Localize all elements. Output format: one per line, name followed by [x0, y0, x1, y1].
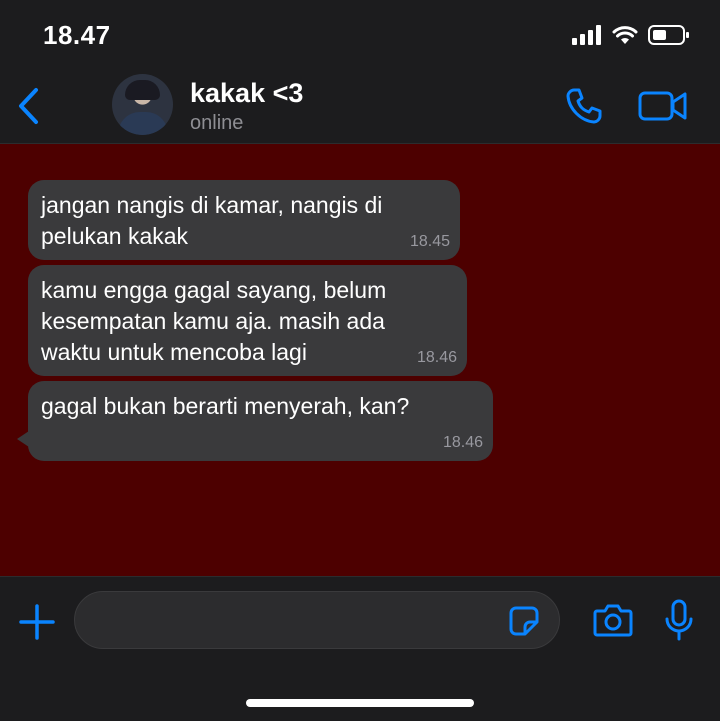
back-icon[interactable]: [12, 84, 46, 128]
status-icons: [572, 22, 690, 48]
message-text: jangan nangis di kamar, nangis di peluka…: [41, 192, 383, 249]
plus-icon[interactable]: [18, 603, 56, 641]
message-time: 18.45: [409, 233, 450, 250]
sticker-icon[interactable]: [508, 605, 540, 637]
message-text: kamu engga gagal sayang, belum kesempata…: [41, 277, 387, 365]
signal-icon: [572, 25, 601, 45]
contact-status: online: [190, 112, 244, 134]
message-bubble[interactable]: jangan nangis di kamar, nangis di peluka…: [28, 180, 460, 260]
message-bubble[interactable]: kamu engga gagal sayang, belum kesempata…: [28, 265, 467, 376]
bubble-tail: [17, 431, 29, 447]
status-bar: 18.47: [0, 0, 720, 70]
message-text: gagal bukan berarti menyerah, kan?: [41, 393, 410, 419]
message-bubble[interactable]: gagal bukan berarti menyerah, kan? 18.46: [17, 381, 493, 461]
camera-icon[interactable]: [593, 601, 633, 639]
chat-area[interactable]: jangan nangis di kamar, nangis di peluka…: [0, 144, 720, 576]
chat-header: kakak <3 online: [0, 70, 720, 144]
video-camera-icon[interactable]: [638, 88, 688, 124]
message-time: 18.46: [416, 349, 457, 366]
status-time: 18.47: [43, 20, 111, 50]
wifi-icon: [612, 26, 638, 44]
microphone-icon[interactable]: [664, 599, 694, 641]
message-input[interactable]: [74, 591, 560, 649]
avatar[interactable]: [112, 74, 173, 135]
input-bar: [0, 576, 720, 721]
battery-icon: [648, 25, 689, 45]
contact-name[interactable]: kakak <3: [190, 78, 303, 109]
home-indicator[interactable]: [246, 699, 474, 707]
phone-icon[interactable]: [564, 86, 604, 126]
message-time: 18.46: [442, 434, 483, 451]
